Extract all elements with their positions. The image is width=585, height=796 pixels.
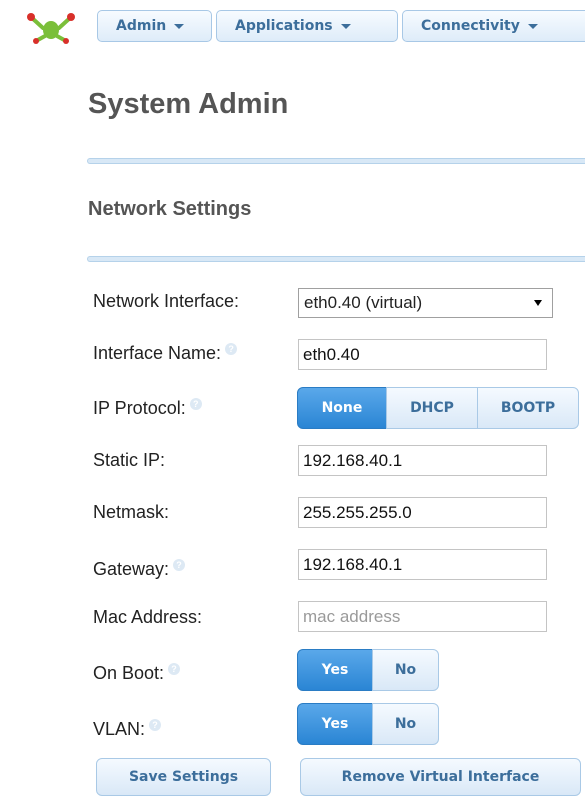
on-boot-label: On Boot:? [93,663,181,684]
interface-name-input[interactable] [298,339,547,370]
mac-address-input[interactable] [298,601,547,632]
frog-logo-icon[interactable] [24,10,78,44]
nav-connectivity-label: Connectivity [421,18,520,34]
ip-protocol-bootp-option[interactable]: BOOTP [477,387,579,429]
chevron-down-icon [340,23,351,29]
nav-admin-label: Admin [116,18,167,34]
ip-protocol-label-text: IP Protocol: [93,398,186,418]
dropdown-arrow-icon [534,300,542,306]
help-icon[interactable]: ? [225,343,238,355]
section-divider [87,256,585,262]
vlan-no-option[interactable]: No [372,703,439,745]
remove-virtual-interface-button[interactable]: Remove Virtual Interface [300,758,581,796]
chevron-down-icon [527,23,538,29]
vlan-toggle: Yes No [297,703,439,745]
interface-name-label-text: Interface Name: [93,343,222,363]
netmask-input[interactable] [298,497,547,528]
on-boot-no-option[interactable]: No [372,649,439,691]
ip-protocol-none-option[interactable]: None [297,387,387,429]
gateway-label: Gateway:? [93,559,186,580]
vlan-label-text: VLAN: [93,719,146,739]
network-interface-value: eth0.40 (virtual) [304,293,423,312]
static-ip-label: Static IP: [93,450,166,470]
nav-applications-menu[interactable]: Applications [216,10,398,42]
help-icon[interactable]: ? [149,719,162,731]
gateway-input[interactable] [298,549,547,580]
on-boot-toggle: Yes No [297,649,439,691]
on-boot-label-text: On Boot: [93,663,165,683]
mac-address-label: Mac Address: [93,607,203,627]
help-icon[interactable]: ? [168,663,181,675]
nav-admin-menu[interactable]: Admin [97,10,212,42]
help-icon[interactable]: ? [189,398,202,410]
ip-protocol-label: IP Protocol:? [93,398,202,419]
ip-protocol-dhcp-option[interactable]: DHCP [386,387,478,429]
nav-connectivity-menu[interactable]: Connectivity [402,10,585,42]
on-boot-yes-option[interactable]: Yes [297,649,373,691]
gateway-label-text: Gateway: [93,559,170,579]
section-title: Network Settings [88,198,252,220]
network-interface-label-text: Network Interface: [93,291,240,311]
network-interface-label: Network Interface: [93,291,239,312]
network-interface-select[interactable]: eth0.40 (virtual) [298,288,553,318]
vlan-label: VLAN:? [93,719,162,740]
nav-applications-label: Applications [235,18,333,34]
help-icon[interactable]: ? [173,559,186,571]
static-ip-input[interactable] [298,445,547,476]
vlan-yes-option[interactable]: Yes [297,703,373,745]
section-divider [87,158,585,164]
ip-protocol-toggle: None DHCP BOOTP [297,387,579,429]
interface-name-label: Interface Name:? [93,343,238,364]
chevron-down-icon [174,23,185,29]
page-title: System Admin [88,88,289,120]
save-settings-button[interactable]: Save Settings [96,758,271,796]
netmask-label: Netmask: [93,502,170,522]
